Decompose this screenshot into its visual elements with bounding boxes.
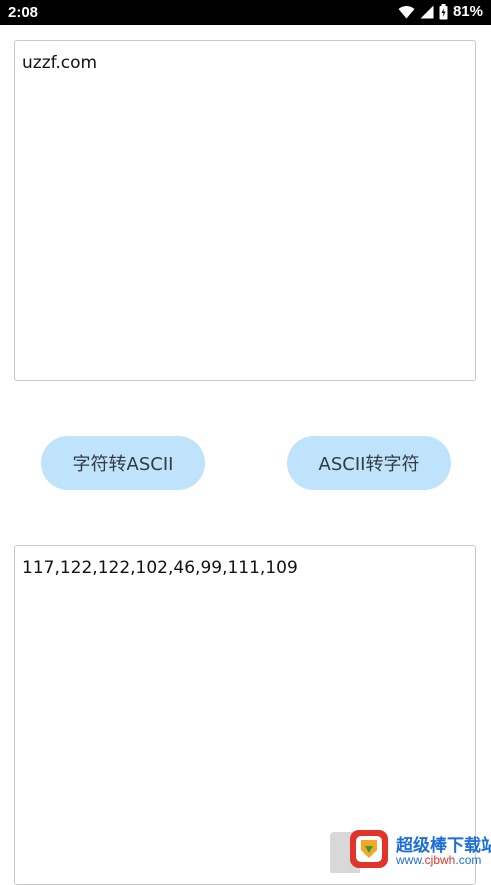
status-icons: 81% xyxy=(398,3,483,20)
ascii-to-char-button[interactable]: ASCII转字符 xyxy=(287,436,451,490)
status-time: 2:08 xyxy=(8,4,39,21)
watermark-url-highlight: cjbwh xyxy=(424,853,456,867)
output-text-value: 117,122,122,102,46,99,111,109 xyxy=(22,558,298,578)
char-to-ascii-button[interactable]: 字符转ASCII xyxy=(41,436,205,490)
battery-icon xyxy=(439,3,448,20)
watermark-url: www.cjbwh.com xyxy=(396,853,481,867)
watermark: 超级棒下载站 www.cjbwh.com xyxy=(330,828,491,873)
battery-percent: 81% xyxy=(452,3,483,20)
char-to-ascii-label: 字符转ASCII xyxy=(72,454,174,475)
signal-icon xyxy=(420,5,434,19)
ascii-to-char-label: ASCII转字符 xyxy=(318,454,420,475)
watermark-logo-icon xyxy=(348,828,390,870)
watermark-url-suffix: .com xyxy=(455,853,482,867)
input-text-field[interactable]: uzzf.com xyxy=(14,40,476,381)
status-bar: 2:08 81% xyxy=(0,0,491,25)
watermark-url-prefix: www. xyxy=(396,853,425,867)
wifi-icon xyxy=(398,5,415,19)
input-text-value: uzzf.com xyxy=(22,53,98,73)
